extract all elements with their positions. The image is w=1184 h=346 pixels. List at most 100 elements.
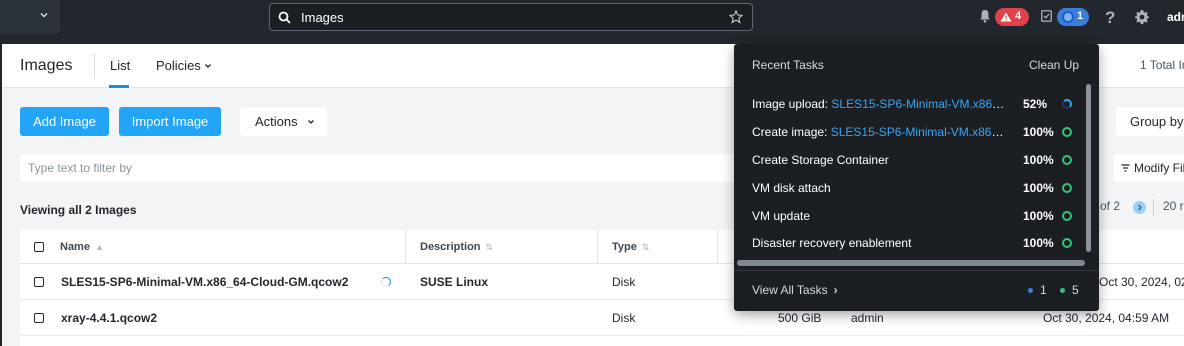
task-name: Create image: SLES15-SP6-Minimal-VM.x86_… bbox=[752, 125, 1009, 139]
task-running-icon bbox=[1062, 99, 1072, 109]
popover-divider bbox=[734, 270, 1099, 271]
bell-icon[interactable] bbox=[979, 9, 991, 23]
image-size: 500 GiB bbox=[778, 311, 822, 325]
group-by-dropdown[interactable]: Group by bbox=[1116, 107, 1184, 136]
task-label: Create image: bbox=[752, 125, 828, 139]
tab-policies[interactable]: Policies bbox=[156, 58, 212, 73]
column-header-type[interactable]: Type ⇅ bbox=[612, 241, 649, 253]
recent-tasks-popover: Recent Tasks Clean Up Image upload: SLES… bbox=[734, 44, 1099, 311]
task-item[interactable]: Create image: SLES15-SP6-Minimal-VM.x86_… bbox=[752, 123, 1072, 143]
task-item[interactable]: VM update 100% bbox=[752, 207, 1072, 227]
image-owner: admin bbox=[851, 311, 884, 325]
chevron-down-icon bbox=[204, 64, 211, 68]
sort-icon: ⇅ bbox=[641, 242, 650, 252]
succeeded-tasks-count: 5 bbox=[1072, 283, 1079, 297]
task-name: Disaster recovery enablement bbox=[752, 236, 912, 250]
task-success-icon bbox=[1062, 183, 1072, 193]
page-title: Images bbox=[20, 57, 73, 74]
image-name[interactable]: xray-4.4.1.qcow2 bbox=[61, 311, 157, 325]
image-type: Disk bbox=[612, 275, 636, 289]
task-item[interactable]: Image upload: SLES15-SP6-Minimal-VM.x86_… bbox=[752, 95, 1072, 115]
column-divider bbox=[405, 230, 406, 264]
popover-title: Recent Tasks bbox=[752, 58, 824, 72]
actions-label: Actions bbox=[255, 114, 298, 129]
column-type-label: Type bbox=[612, 241, 637, 253]
help-icon[interactable]: ? bbox=[1105, 8, 1115, 28]
image-type: Disk bbox=[612, 311, 636, 325]
star-icon[interactable] bbox=[729, 10, 743, 24]
horizontal-scrollbar[interactable] bbox=[737, 260, 1085, 266]
chevron-down-icon bbox=[40, 12, 48, 18]
task-name: Image upload: SLES15-SP6-Minimal-VM.x86_… bbox=[752, 97, 1009, 111]
alerts-badge[interactable]: 4 bbox=[995, 8, 1029, 26]
filter-icon bbox=[1121, 164, 1130, 172]
column-header-name[interactable]: Name ▲ bbox=[60, 241, 104, 253]
task-entity-link[interactable]: SLES15-SP6-Minimal-VM.x86_64-Cloud-GM.qc… bbox=[831, 125, 1009, 139]
task-percent: 100% bbox=[1023, 153, 1054, 167]
column-divider bbox=[717, 230, 718, 264]
task-item[interactable]: Disaster recovery enablement 100% bbox=[752, 234, 1072, 254]
user-menu[interactable]: admin bbox=[1167, 10, 1184, 24]
task-percent: 100% bbox=[1023, 125, 1054, 139]
global-search-bar[interactable]: Images bbox=[269, 3, 753, 31]
filter-input[interactable]: Type text to filter by bbox=[20, 154, 760, 182]
task-item[interactable]: Create Storage Container 100% bbox=[752, 151, 1072, 171]
image-name[interactable]: SLES15-SP6-Minimal-VM.x86_64-Cloud-GM.qc… bbox=[61, 275, 348, 289]
viewing-summary: Viewing all 2 Images bbox=[20, 203, 137, 217]
task-success-icon bbox=[1062, 155, 1072, 165]
vertical-scrollbar[interactable] bbox=[1086, 84, 1091, 252]
tasks-badge[interactable]: 1 bbox=[1057, 8, 1089, 26]
tab-policies-label: Policies bbox=[156, 58, 201, 73]
loading-spinner-icon bbox=[381, 277, 391, 287]
sort-icon: ▲ bbox=[94, 242, 104, 252]
main-menu-button[interactable] bbox=[0, 0, 60, 34]
task-percent: 100% bbox=[1023, 181, 1054, 195]
page-count: of 2 bbox=[1100, 199, 1121, 213]
task-name: VM update bbox=[752, 209, 811, 223]
task-success-icon bbox=[1062, 238, 1072, 248]
top-navigation-bar: Images 4 1 ? admin bbox=[0, 0, 1184, 34]
row-checkbox[interactable] bbox=[34, 313, 44, 323]
running-tasks-count: 1 bbox=[1040, 283, 1047, 297]
task-percent: 100% bbox=[1023, 209, 1054, 223]
task-percent: 100% bbox=[1023, 236, 1054, 250]
sort-icon: ⇅ bbox=[485, 242, 494, 252]
tab-list[interactable]: List bbox=[110, 58, 130, 73]
import-image-button[interactable]: Import Image bbox=[119, 107, 221, 136]
add-image-button[interactable]: Add Image bbox=[20, 107, 109, 136]
next-page-icon[interactable] bbox=[1133, 201, 1146, 214]
active-tab-indicator bbox=[109, 85, 129, 88]
chevron-down-icon bbox=[308, 120, 314, 124]
task-entity-link[interactable]: SLES15-SP6-Minimal-VM.x86_64-Cloud-GM.qc… bbox=[831, 97, 1009, 111]
view-all-tasks-link[interactable]: View All Tasks › bbox=[752, 283, 838, 297]
view-all-label: View All Tasks bbox=[752, 283, 828, 297]
rows-per-page[interactable]: 20 rows bbox=[1163, 199, 1184, 213]
row-checkbox[interactable] bbox=[34, 277, 44, 287]
task-success-icon bbox=[1062, 127, 1072, 137]
image-description: SUSE Linux bbox=[420, 275, 489, 289]
select-all-checkbox[interactable] bbox=[34, 242, 44, 252]
checklist-icon[interactable] bbox=[1041, 10, 1052, 22]
running-status-dot bbox=[1028, 288, 1033, 293]
image-create-date: Oct 30, 2024, 02:57 PM bbox=[1099, 275, 1184, 289]
modify-filters-button[interactable]: Modify Filters bbox=[1114, 154, 1184, 182]
chevron-right-icon: › bbox=[833, 283, 838, 297]
gear-icon[interactable] bbox=[1134, 9, 1150, 25]
warning-icon bbox=[1000, 12, 1012, 22]
tasks-count: 1 bbox=[1077, 10, 1084, 22]
task-name: VM disk attach bbox=[752, 181, 831, 195]
total-images-count: 1 Total Images bbox=[1140, 58, 1184, 72]
modify-filters-label: Modify Filters bbox=[1134, 161, 1184, 175]
column-name-label: Name bbox=[60, 241, 90, 253]
column-header-description[interactable]: Description ⇅ bbox=[420, 241, 493, 253]
search-query[interactable]: Images bbox=[301, 10, 344, 25]
task-item[interactable]: VM disk attach 100% bbox=[752, 179, 1072, 199]
clean-up-link[interactable]: Clean Up bbox=[1029, 58, 1079, 72]
header-divider bbox=[94, 54, 95, 78]
task-success-icon bbox=[1062, 211, 1072, 221]
image-create-date: Oct 30, 2024, 04:59 AM bbox=[1043, 311, 1170, 325]
column-divider bbox=[597, 230, 598, 264]
actions-dropdown[interactable]: Actions bbox=[240, 107, 327, 136]
task-name: Create Storage Container bbox=[752, 153, 889, 167]
pagination: of 2 20 rows bbox=[1100, 199, 1184, 216]
